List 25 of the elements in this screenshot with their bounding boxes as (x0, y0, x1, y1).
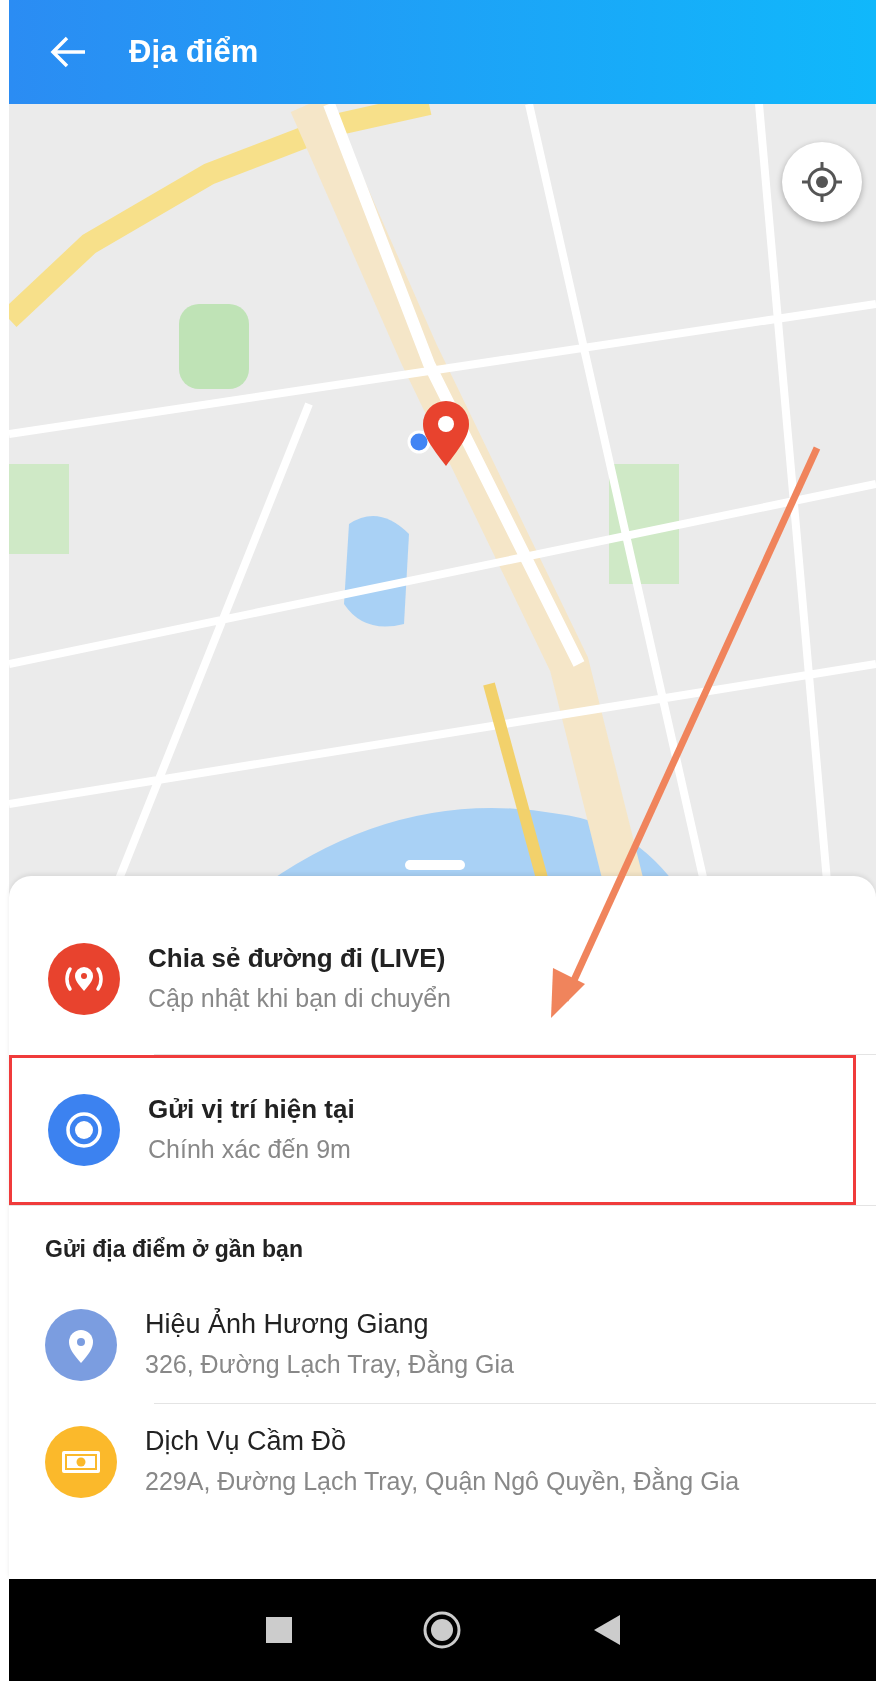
place-address: 326, Đường Lạch Tray, Đằng Gia (145, 1349, 514, 1381)
page-title: Địa điểm (129, 34, 259, 70)
money-icon (45, 1426, 117, 1498)
recents-button[interactable] (265, 1617, 292, 1643)
option-title: Chia sẻ đường đi (LIVE) (148, 943, 447, 975)
share-route-icon (48, 943, 120, 1015)
current-location-icon (48, 1094, 120, 1166)
option-subtitle: Cập nhật khi bạn di chuyển (148, 983, 451, 1015)
place-item[interactable]: Hiệu Ảnh Hương Giang 326, Đường Lạch Tray, Đằng Gia (9, 1287, 876, 1403)
circle-icon (421, 1610, 462, 1650)
section-heading: Gửi địa điểm ở gần bạn (44, 1235, 304, 1264)
place-address: 229A, Đường Lạch Tray, Quận Ngô Quyền, Đằng Gia (145, 1466, 740, 1498)
home-button[interactable] (421, 1610, 462, 1650)
option-subtitle: Chính xác đến 9m (148, 1134, 352, 1166)
location-pin-icon (45, 1309, 117, 1381)
share-option[interactable]: Chia sẻ đường đi (LIVE) Cập nhật khi bạn di chuyển (9, 904, 876, 1054)
place-name: Dịch Vụ Cầm Đồ (145, 1426, 348, 1458)
crosshair-icon (800, 160, 844, 204)
map-pin-icon (421, 400, 471, 466)
square-icon (265, 1617, 292, 1643)
place-item[interactable]: Dịch Vụ Cầm Đồ 229A, Đường Lạch Tray, Quận Ngô Quyền, Đằng Gia (9, 1404, 876, 1520)
drag-handle[interactable] (405, 860, 465, 870)
option-title: Gửi vị trí hiện tại (148, 1094, 355, 1126)
place-name: Hiệu Ảnh Hương Giang (145, 1309, 430, 1341)
highlighted-option[interactable]: Gửi vị trí hiện tại Chính xác đến 9m (9, 1055, 856, 1205)
